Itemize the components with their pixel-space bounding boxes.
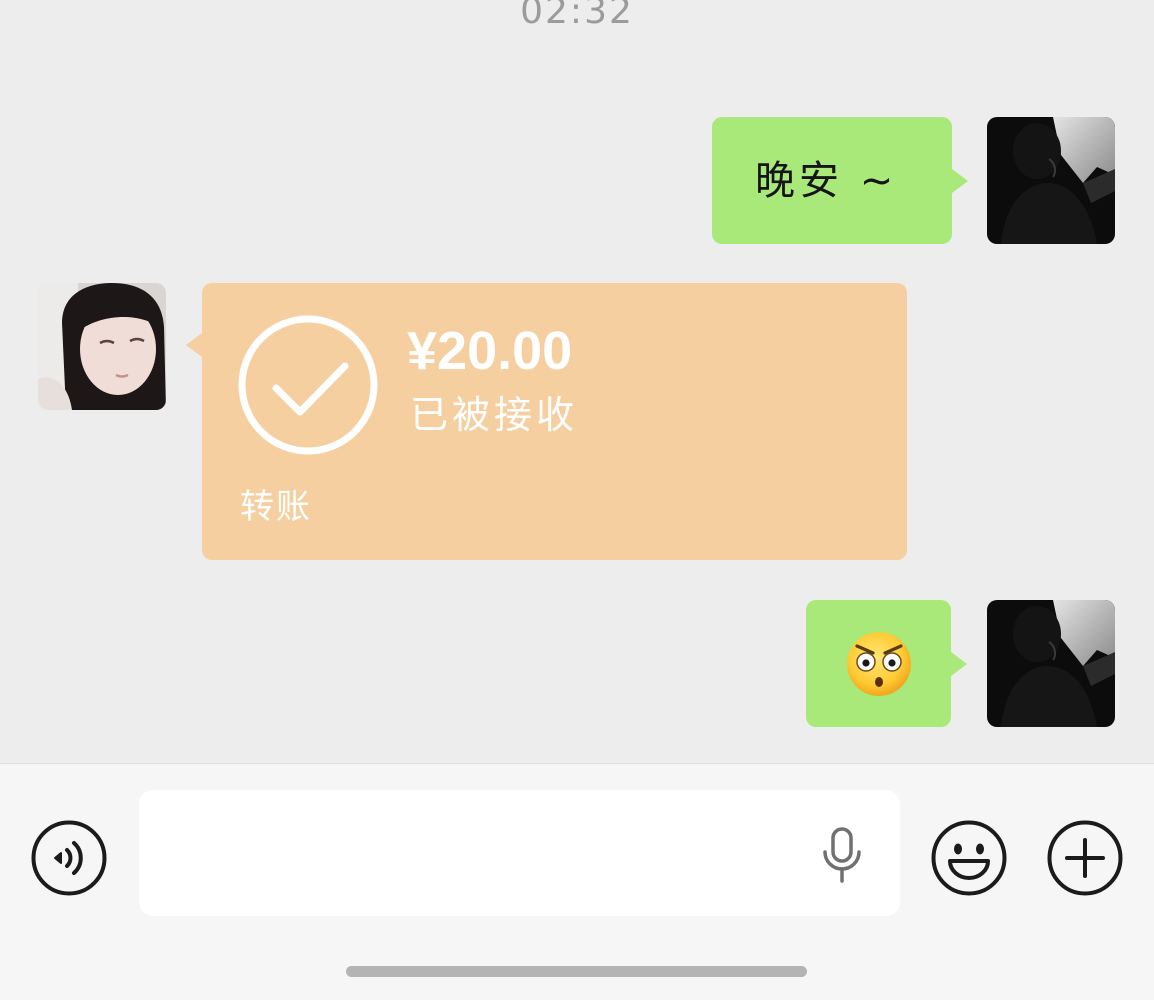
outgoing-text-bubble[interactable]: 晚安 ~ xyxy=(712,117,968,244)
microphone-icon[interactable] xyxy=(822,827,862,883)
transfer-amount: ¥20.00 xyxy=(407,321,573,381)
transfer-label: 转账 xyxy=(240,487,312,527)
transfer-card[interactable]: ¥20.00 已被接收 转账 xyxy=(186,283,907,560)
contact-avatar[interactable] xyxy=(38,283,166,410)
home-indicator[interactable] xyxy=(346,966,807,977)
transfer-status: 已被接收 xyxy=(410,393,579,437)
message-text: 晚安 ~ xyxy=(755,157,898,204)
emoji-icon[interactable] xyxy=(931,820,1007,896)
chat-timestamp: 02:32 xyxy=(520,0,634,32)
check-circle-icon xyxy=(238,315,378,455)
plus-icon[interactable] xyxy=(1047,820,1123,896)
self-avatar[interactable] xyxy=(987,600,1115,727)
message-input[interactable] xyxy=(139,790,900,916)
glaring-surprised-face-emoji xyxy=(846,631,911,696)
self-avatar[interactable] xyxy=(987,117,1115,244)
voice-mode-icon[interactable] xyxy=(31,820,107,896)
outgoing-emoji-bubble[interactable] xyxy=(806,600,967,727)
